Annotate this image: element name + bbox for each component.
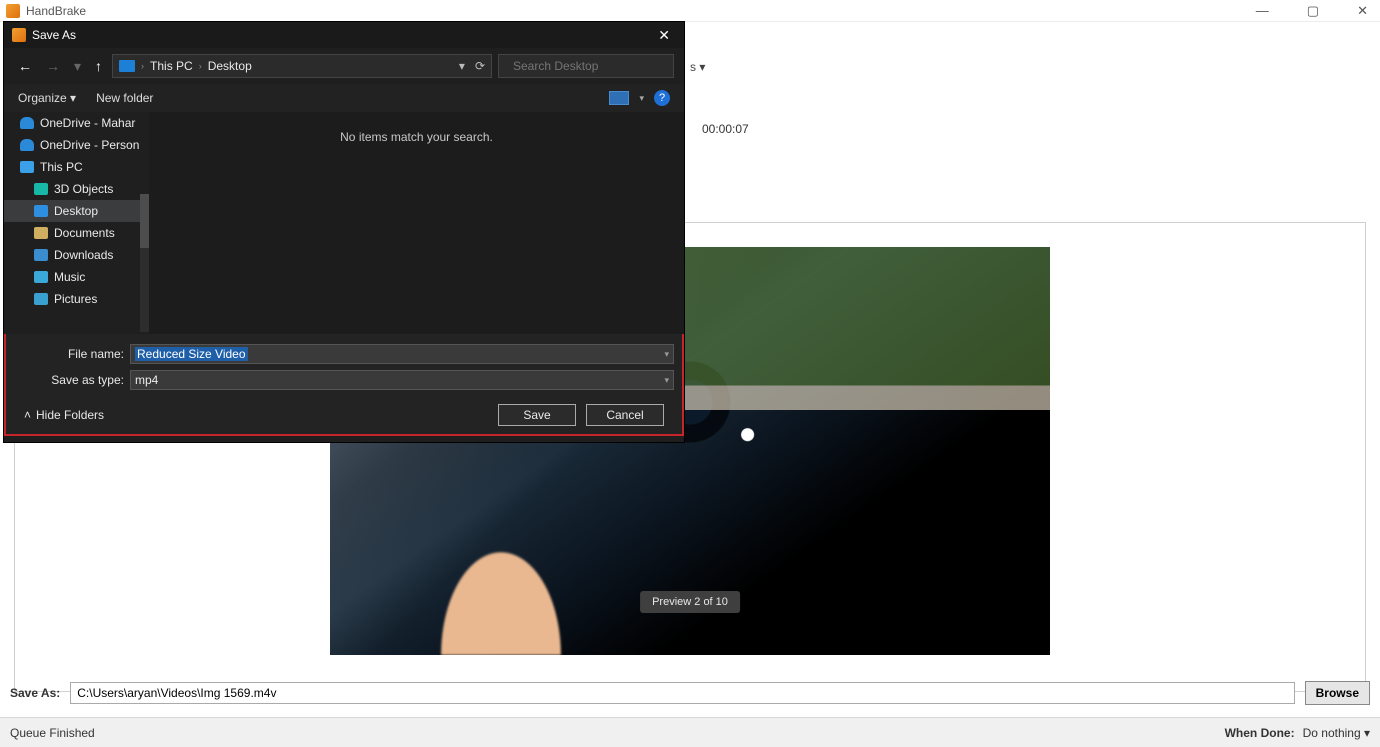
tree-label: Pictures: [54, 292, 97, 306]
tree-label: OneDrive - Mahar: [40, 116, 135, 130]
dialog-icon: [12, 28, 26, 42]
app-icon: [6, 4, 20, 18]
breadcrumb[interactable]: › This PC › Desktop ▾ ⟳: [112, 54, 492, 78]
tree-onedrive-p[interactable]: OneDrive - Person: [4, 134, 149, 156]
dialog-close-button[interactable]: ✕: [652, 27, 676, 44]
chevron-right-icon: ›: [199, 61, 202, 71]
tree-label: Downloads: [54, 248, 113, 262]
breadcrumb-pc[interactable]: This PC: [150, 59, 193, 73]
savetype-row: Save as type: mp4 ▾: [14, 370, 674, 390]
tree-3dobjects[interactable]: 3D Objects: [4, 178, 149, 200]
organize-button[interactable]: Organize ▾: [18, 91, 76, 105]
tree-label: Documents: [54, 226, 115, 240]
pc-icon: [119, 60, 135, 72]
empty-message: No items match your search.: [340, 130, 493, 144]
cancel-button[interactable]: Cancel: [586, 404, 664, 426]
refresh-button[interactable]: ⟳: [475, 59, 485, 73]
chevron-down-icon[interactable]: ▾: [664, 375, 669, 386]
tree-scrollbar[interactable]: [140, 194, 149, 332]
dialog-title: Save As: [32, 28, 76, 42]
tree-onedrive-m[interactable]: OneDrive - Mahar: [4, 112, 149, 134]
view-icon[interactable]: [609, 91, 629, 105]
filename-value: Reduced Size Video: [135, 347, 248, 361]
minimize-button[interactable]: —: [1250, 3, 1275, 19]
dialog-nav: ← → ▾ ↑ › This PC › Desktop ▾ ⟳: [4, 48, 684, 84]
picture-icon: [34, 293, 48, 305]
browse-button[interactable]: Browse: [1305, 681, 1370, 705]
savetype-select[interactable]: mp4 ▾: [130, 370, 674, 390]
filename-input[interactable]: Reduced Size Video ▾: [130, 344, 674, 364]
tree-label: 3D Objects: [54, 182, 113, 196]
tree-label: This PC: [40, 160, 83, 174]
savetype-value: mp4: [135, 373, 158, 387]
tree-desktop[interactable]: Desktop: [4, 200, 149, 222]
savetype-label: Save as type:: [14, 373, 124, 387]
scrollbar-thumb[interactable]: [140, 194, 149, 248]
whendone-dropdown[interactable]: Do nothing ▾: [1303, 726, 1370, 740]
filename-row: File name: Reduced Size Video ▾: [14, 344, 674, 364]
search-box[interactable]: [498, 54, 674, 78]
cloud-icon: [20, 117, 34, 129]
status-text: Queue Finished: [10, 726, 95, 740]
chevron-down-icon[interactable]: ▾: [664, 349, 669, 360]
file-list: No items match your search.: [149, 112, 684, 334]
hide-folders-label: Hide Folders: [36, 408, 104, 422]
duration-value: 00:00:07: [702, 122, 749, 136]
nav-forward-button[interactable]: →: [42, 56, 64, 76]
main-titlebar: HandBrake — ▢ ✕: [0, 0, 1380, 22]
window-controls: — ▢ ✕: [1250, 3, 1374, 19]
newfolder-button[interactable]: New folder: [96, 91, 153, 105]
chevron-right-icon: ›: [141, 61, 144, 71]
maximize-button[interactable]: ▢: [1301, 3, 1325, 19]
saveas-path-input[interactable]: [70, 682, 1294, 704]
tree-label: Music: [54, 270, 85, 284]
chevron-up-icon: ˄: [24, 408, 31, 422]
tree-documents[interactable]: Documents: [4, 222, 149, 244]
app-title: HandBrake: [26, 4, 86, 18]
pc-icon: [20, 161, 34, 173]
cube-icon: [34, 183, 48, 195]
dialog-toolbar: Organize ▾ New folder ▾ ?: [4, 84, 684, 112]
hide-folders-button[interactable]: ˄ Hide Folders: [24, 408, 104, 422]
close-button[interactable]: ✕: [1351, 3, 1374, 19]
nav-up-button[interactable]: ↑: [91, 56, 106, 76]
status-bar: Queue Finished When Done: Do nothing ▾: [0, 717, 1380, 747]
tree-thispc[interactable]: This PC: [4, 156, 149, 178]
save-button[interactable]: Save: [498, 404, 576, 426]
cloud-icon: [20, 139, 34, 151]
filename-label: File name:: [14, 347, 124, 361]
dialog-titlebar: Save As ✕: [4, 22, 684, 48]
saveas-dialog: Save As ✕ ← → ▾ ↑ › This PC › Desktop ▾ …: [4, 22, 684, 442]
save-section-highlight: File name: Reduced Size Video ▾ Save as …: [4, 332, 684, 436]
tab-trail[interactable]: s ▾: [690, 60, 705, 74]
help-icon[interactable]: ?: [654, 90, 670, 106]
music-icon: [34, 271, 48, 283]
search-input[interactable]: [513, 59, 668, 73]
nav-recent-button[interactable]: ▾: [70, 56, 85, 77]
folder-tree: OneDrive - Mahar OneDrive - Person This …: [4, 112, 149, 334]
dialog-body: OneDrive - Mahar OneDrive - Person This …: [4, 112, 684, 334]
preview-label: Preview 2 of 10: [640, 591, 740, 613]
dialog-actions: ˄ Hide Folders Save Cancel: [14, 396, 674, 426]
breadcrumb-location[interactable]: Desktop: [208, 59, 252, 73]
download-icon: [34, 249, 48, 261]
nav-back-button[interactable]: ←: [14, 56, 36, 76]
tree-downloads[interactable]: Downloads: [4, 244, 149, 266]
view-dropdown[interactable]: ▾: [639, 93, 644, 104]
tree-label: OneDrive - Person: [40, 138, 139, 152]
breadcrumb-dropdown[interactable]: ▾: [459, 59, 465, 73]
document-icon: [34, 227, 48, 239]
desktop-icon: [34, 205, 48, 217]
saveas-row: Save As: Browse: [10, 681, 1370, 705]
whendone-label: When Done:: [1225, 726, 1295, 740]
tree-label: Desktop: [54, 204, 98, 218]
tree-music[interactable]: Music: [4, 266, 149, 288]
saveas-label: Save As:: [10, 686, 60, 700]
tree-pictures[interactable]: Pictures: [4, 288, 149, 310]
